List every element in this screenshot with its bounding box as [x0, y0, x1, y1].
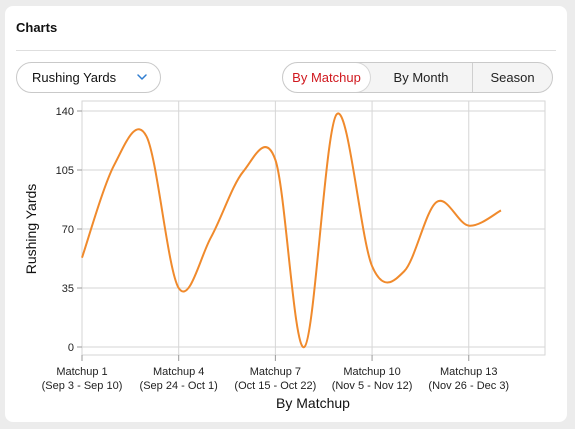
x-tick-label-matchup: Matchup 7: [250, 366, 301, 378]
rushing-yards-chart: 0 35 70 105 140 Matchup 1 (Sep 3 - Sep 10) Matc…: [23, 100, 546, 411]
x-tick-label-matchup: Matchup 10: [343, 366, 400, 378]
x-tick-label-dates: (Sep 24 - Oct 1): [140, 380, 218, 392]
x-tick-label-matchup: Matchup 1: [56, 366, 107, 378]
x-tick-label-dates: (Nov 26 - Dec 3): [428, 380, 509, 392]
x-tick-label-dates: (Oct 15 - Oct 22): [234, 380, 316, 392]
y-tick-label: 35: [62, 283, 74, 295]
rushing-yards-line: [81, 112, 502, 349]
plot-frame: [81, 100, 546, 356]
y-tick-label: 140: [56, 106, 74, 118]
x-tick-label-matchup: Matchup 13: [440, 366, 497, 378]
y-tick-label: 0: [68, 342, 74, 354]
x-tick-label-matchup: Matchup 4: [153, 366, 204, 378]
y-tick-label: 105: [56, 165, 74, 177]
x-tick-label-dates: (Sep 3 - Sep 10): [42, 380, 123, 392]
y-axis-title: Rushing Yards: [23, 184, 39, 275]
chart-grid: [81, 100, 546, 356]
x-tick-label-dates: (Nov 5 - Nov 12): [332, 380, 413, 392]
y-tick-label: 70: [62, 224, 74, 236]
x-axis-title: By Matchup: [276, 395, 350, 411]
